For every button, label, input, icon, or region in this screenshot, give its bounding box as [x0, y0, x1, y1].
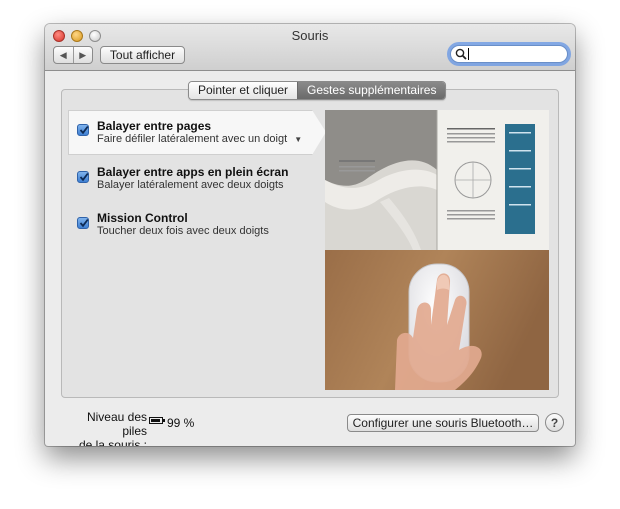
toolbar: Souris ◀ ▶ Tout afficher [45, 24, 575, 71]
triangle-down-icon[interactable]: ▼ [294, 135, 302, 144]
show-all-button[interactable]: Tout afficher [100, 46, 185, 64]
option-subtitle: Faire défiler latéralement avec un doigt… [97, 133, 302, 145]
window-title: Souris [291, 28, 329, 43]
option-subtitle-text: Faire défiler latéralement avec un doigt [97, 133, 288, 145]
nav-back-forward: ◀ ▶ [53, 46, 93, 64]
tab-pointer-and-click[interactable]: Pointer et cliquer [189, 82, 298, 99]
tab-bar: Pointer et cliquer Gestes supplémentaire… [188, 81, 447, 100]
option-subtitle: Balayer latéralement avec deux doigts [97, 179, 284, 191]
checkmark-icon [79, 218, 89, 228]
gesture-preview-illustration [325, 110, 549, 390]
battery-fill [151, 419, 160, 422]
battery-icon [149, 417, 165, 424]
chevron-left-icon: ◀ [59, 49, 67, 60]
search-icon [455, 48, 467, 60]
battery-label-line2: de la souris : [78, 438, 147, 446]
checkbox-swipe-between-apps[interactable] [77, 171, 89, 183]
option-title: Mission Control [97, 211, 188, 225]
chevron-right-icon: ▶ [79, 49, 87, 60]
option-subtitle: Toucher deux fois avec deux doigts [97, 225, 269, 237]
gesture-preview-video [325, 110, 549, 390]
tab-more-gestures[interactable]: Gestes supplémentaires [297, 82, 446, 99]
text-caret [468, 48, 469, 60]
preferences-window: Souris ◀ ▶ Tout afficher Pointer et cliq… [45, 24, 575, 446]
help-button[interactable]: ? [545, 413, 564, 432]
checkmark-icon [79, 125, 89, 135]
search-field[interactable] [450, 45, 568, 63]
battery-level-value: 99 % [167, 416, 195, 430]
option-title: Balayer entre pages [97, 119, 212, 133]
battery-label-line1: Niveau des piles [86, 410, 147, 438]
option-title: Balayer entre apps en plein écran [97, 165, 289, 179]
checkbox-mission-control[interactable] [77, 217, 89, 229]
battery-level-label: Niveau des piles de la souris : [61, 410, 147, 446]
checkbox-swipe-between-pages[interactable] [77, 124, 89, 136]
setup-bluetooth-mouse-button[interactable]: Configurer une souris Bluetooth… [347, 414, 539, 432]
back-button[interactable]: ◀ [54, 47, 73, 63]
selected-option-pointer [312, 110, 326, 155]
checkmark-icon [79, 172, 89, 182]
forward-button[interactable]: ▶ [72, 47, 93, 63]
